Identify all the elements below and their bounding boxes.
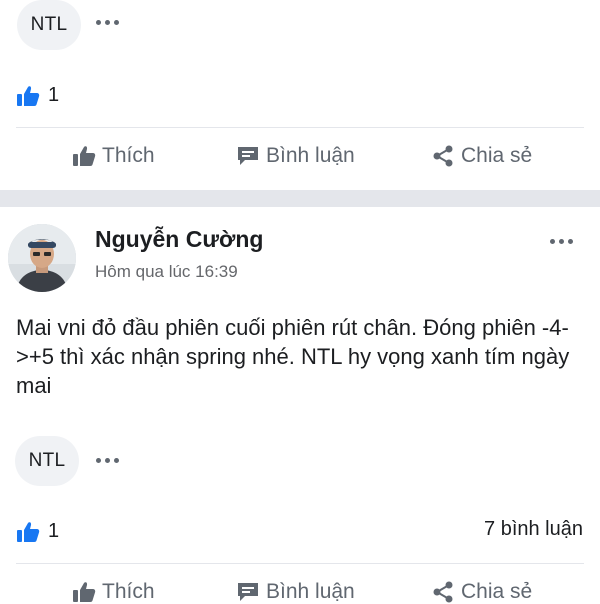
more-dots-icon[interactable] [96, 455, 119, 465]
share-label: Chia sẻ [461, 144, 533, 167]
share-button[interactable]: Chia sẻ [431, 580, 532, 604]
like-label: Thích [102, 144, 155, 167]
thumbs-up-icon [73, 146, 96, 166]
comment-label: Bình luận [266, 144, 355, 167]
divider [16, 127, 584, 128]
avatar[interactable] [8, 224, 76, 292]
like-button[interactable]: Thích [72, 144, 155, 168]
post-separator [0, 190, 600, 207]
chat-bubble-icon [238, 147, 258, 165]
more-dots-icon[interactable] [550, 236, 573, 246]
share-icon [433, 581, 453, 603]
more-dots-icon[interactable] [96, 17, 119, 27]
post-author[interactable]: Nguyễn Cường [95, 226, 263, 253]
like-summary[interactable]: 1 [16, 84, 59, 107]
divider [16, 563, 584, 564]
comment-label: Bình luận [266, 580, 355, 603]
comment-button[interactable]: Bình luận [236, 580, 355, 604]
ntl-chip[interactable]: NTL [17, 0, 81, 50]
share-icon [433, 145, 453, 167]
share-button[interactable]: Chia sẻ [431, 144, 532, 168]
ntl-chip[interactable]: NTL [15, 436, 79, 486]
comment-button[interactable]: Bình luận [236, 144, 355, 168]
thumbs-up-circle-icon [17, 521, 40, 542]
like-button[interactable]: Thích [72, 580, 155, 604]
ntl-chip-label: NTL [30, 14, 68, 35]
like-count: 1 [48, 520, 60, 542]
post-timestamp[interactable]: Hôm qua lúc 16:39 [95, 262, 238, 282]
ntl-chip-label: NTL [28, 450, 66, 471]
comments-count[interactable]: 7 bình luận [484, 518, 583, 541]
like-count: 1 [48, 84, 60, 106]
thumbs-up-circle-icon [17, 85, 40, 106]
post-body: Mai vni đỏ đầu phiên cuối phiên rút chân… [16, 315, 570, 398]
share-label: Chia sẻ [461, 580, 533, 603]
profile-photo [8, 224, 76, 292]
like-summary[interactable]: 1 [16, 520, 59, 543]
like-label: Thích [102, 580, 155, 603]
